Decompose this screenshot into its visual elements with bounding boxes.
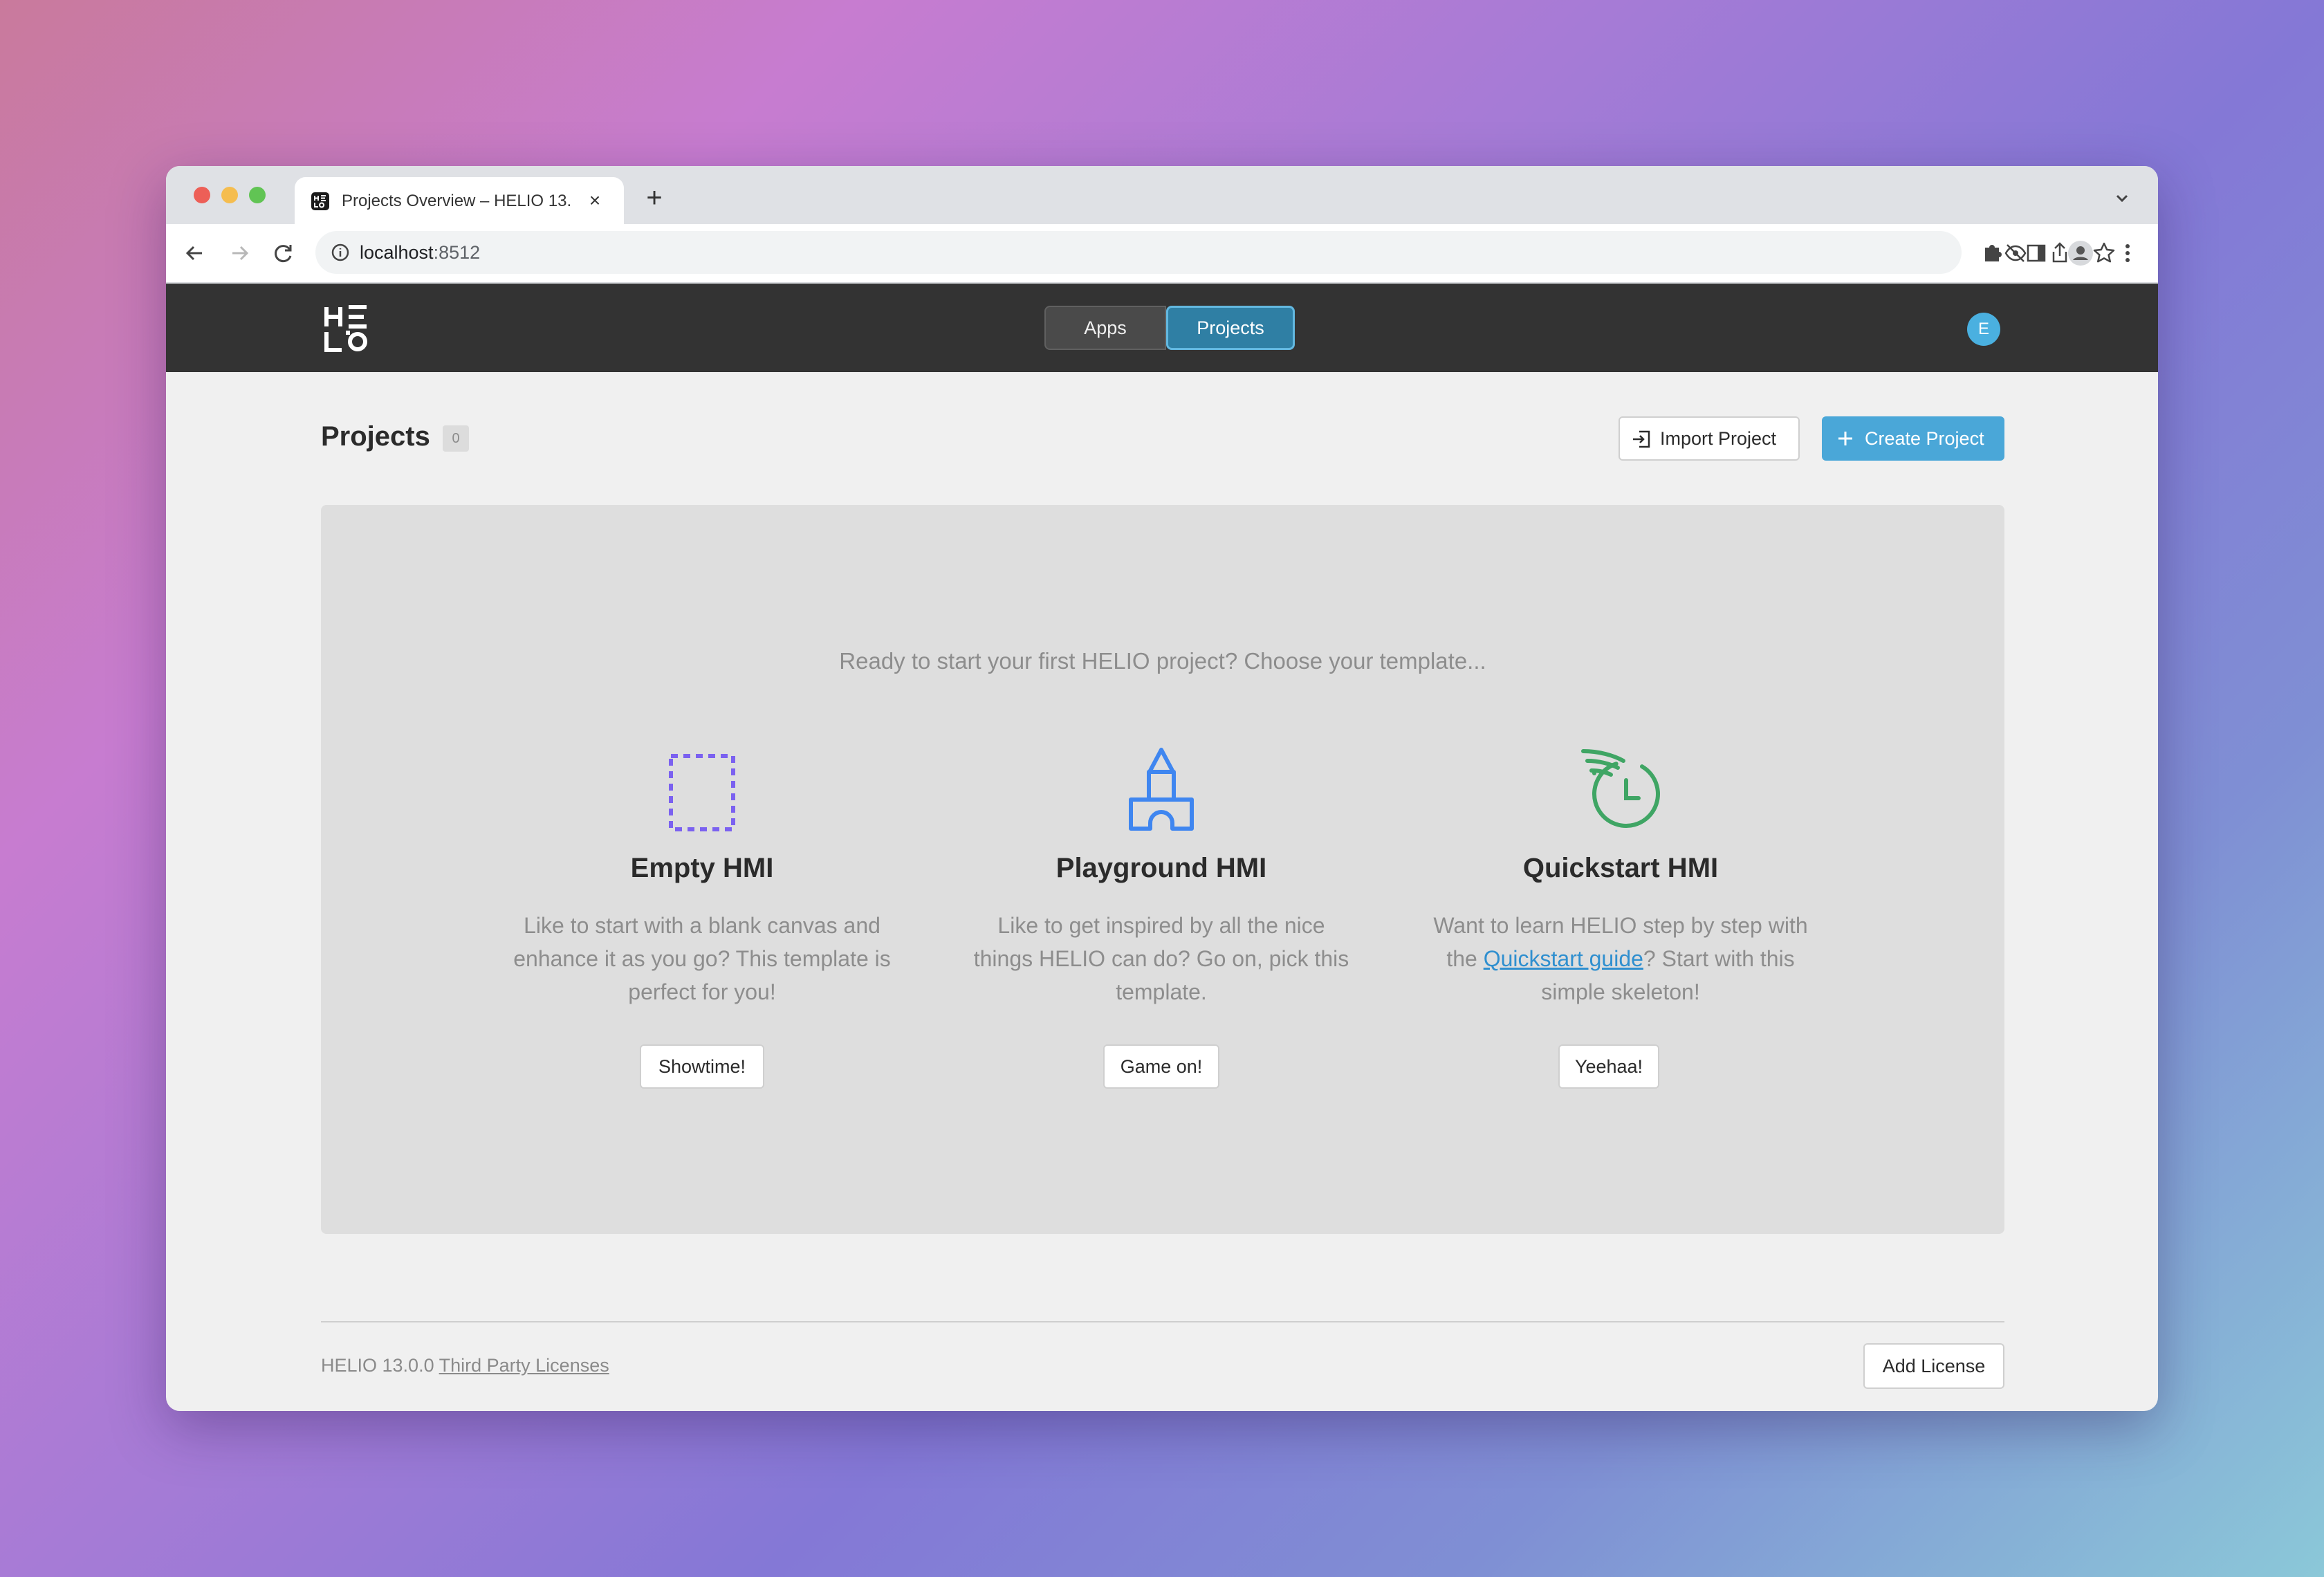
- version-text: HELIO 13.0.0: [321, 1355, 434, 1376]
- forward-icon[interactable]: [224, 238, 255, 268]
- third-party-licenses-link[interactable]: Third Party Licenses: [439, 1355, 609, 1376]
- template-card-empty: Empty HMI Like to start with a blank can…: [508, 505, 896, 1234]
- close-window-button[interactable]: [194, 187, 210, 203]
- browser-menu-icon[interactable]: [2112, 238, 2143, 268]
- nav-tab-apps[interactable]: Apps: [1044, 306, 1166, 350]
- import-project-button[interactable]: Import Project: [1618, 416, 1800, 461]
- tab-search-chevron-icon[interactable]: [2108, 184, 2136, 212]
- template-title: Playground HMI: [1055, 853, 1267, 883]
- nav-tab-projects[interactable]: Projects: [1166, 306, 1295, 350]
- import-project-label: Import Project: [1660, 428, 1777, 449]
- new-tab-button[interactable]: +: [639, 183, 670, 213]
- template-description: Like to get inspired by all the nice thi…: [973, 913, 1349, 1004]
- reload-icon[interactable]: [268, 238, 299, 268]
- user-avatar[interactable]: E: [1967, 313, 2000, 346]
- footer-version: HELIO 13.0.0 Third Party Licenses: [321, 1353, 609, 1378]
- url-text: localhost:8512: [360, 241, 480, 264]
- game-on-button[interactable]: Game on!: [1103, 1044, 1219, 1089]
- project-count-badge: 0: [443, 425, 469, 452]
- add-license-button[interactable]: Add License: [1863, 1343, 2004, 1389]
- blocks-icon: [1127, 746, 1196, 831]
- side-panel-icon[interactable]: [2021, 238, 2051, 268]
- app-header: Apps Projects E: [166, 284, 2158, 372]
- import-icon: [1631, 429, 1652, 450]
- dashed-square-icon: [667, 746, 737, 831]
- template-description: Want to learn HELIO step by step with th…: [1427, 909, 1814, 1008]
- back-icon[interactable]: [180, 238, 210, 268]
- template-title: Quickstart HMI: [1522, 853, 1719, 883]
- winged-clock-icon: [1579, 746, 1662, 831]
- template-title: Empty HMI: [630, 853, 774, 883]
- tab-title: Projects Overview – HELIO 13.0.0: [342, 192, 570, 210]
- footer-divider: [321, 1321, 2004, 1322]
- template-description: Like to start with a blank canvas and en…: [513, 913, 891, 1004]
- maximize-window-button[interactable]: [249, 187, 266, 203]
- browser-tab-active[interactable]: Projects Overview – HELIO 13.0.0 ×: [295, 177, 624, 224]
- close-tab-icon[interactable]: ×: [582, 188, 607, 213]
- template-card-playground: Playground HMI Like to get inspired by a…: [968, 505, 1355, 1234]
- browser-toolbar: localhost:8512: [166, 224, 2158, 284]
- page-title: Projects: [321, 421, 430, 452]
- quickstart-guide-link[interactable]: Quickstart guide: [1484, 946, 1643, 971]
- showtime-button[interactable]: Showtime!: [640, 1044, 764, 1089]
- url-host: localhost: [360, 242, 434, 263]
- plus-icon: [1834, 427, 1856, 450]
- site-info-icon[interactable]: [331, 243, 350, 262]
- address-bar[interactable]: localhost:8512: [315, 231, 1962, 274]
- url-port: :8512: [433, 242, 481, 263]
- yeehaa-button[interactable]: Yeehaa!: [1558, 1044, 1659, 1089]
- helio-logo-icon[interactable]: [322, 304, 371, 353]
- helio-favicon-icon: [311, 192, 329, 210]
- browser-window: Projects Overview – HELIO 13.0.0 × + loc…: [166, 166, 2158, 1411]
- profile-icon[interactable]: [2065, 238, 2096, 268]
- create-project-button[interactable]: Create Project: [1822, 416, 2004, 461]
- extensions-puzzle-icon[interactable]: [1977, 238, 2007, 268]
- create-project-label: Create Project: [1865, 428, 1984, 449]
- template-card-quickstart: Quickstart HMI Want to learn HELIO step …: [1427, 505, 1814, 1234]
- tab-strip: Projects Overview – HELIO 13.0.0 × +: [166, 166, 2158, 224]
- template-panel: Ready to start your first HELIO project?…: [321, 505, 2004, 1234]
- minimize-window-button[interactable]: [221, 187, 238, 203]
